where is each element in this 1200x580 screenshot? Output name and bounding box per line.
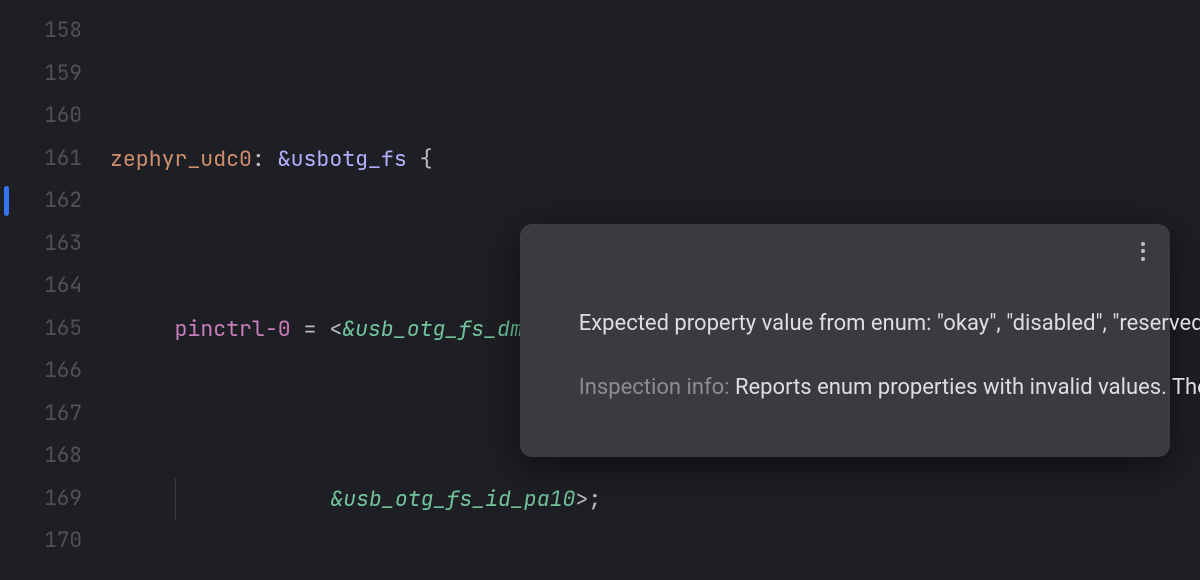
indent-guide bbox=[175, 478, 176, 521]
brace-open: { bbox=[407, 145, 433, 173]
change-marker bbox=[4, 186, 9, 216]
line-number[interactable]: 164 bbox=[0, 265, 110, 308]
line-number[interactable]: 161 bbox=[0, 138, 110, 181]
line-number[interactable]: 170 bbox=[0, 520, 110, 563]
node-ref: usbotg_fs bbox=[291, 145, 407, 173]
property-name: pinctrl-0 bbox=[175, 315, 291, 343]
line-number[interactable]: 168 bbox=[0, 435, 110, 478]
tooltip-info-body: Reports enum properties with invalid val… bbox=[730, 375, 1200, 400]
line-number[interactable]: 160 bbox=[0, 95, 110, 138]
code-line[interactable]: zephyr_udc0: &usbotg_fs { bbox=[110, 138, 1200, 181]
line-number[interactable]: 162 bbox=[0, 180, 110, 223]
node-label: zephyr_udc0 bbox=[110, 145, 252, 173]
phandle-ref: &usb_otg_fs_id_pa10 bbox=[330, 485, 575, 513]
line-number[interactable]: 163 bbox=[0, 223, 110, 266]
ampersand: & bbox=[278, 145, 291, 173]
code-area[interactable]: zephyr_udc0: &usbotg_fs { pinctrl-0 = < &… bbox=[110, 0, 1200, 580]
tooltip-info-label: Inspection info: bbox=[579, 375, 730, 400]
angle-close: >; bbox=[575, 485, 601, 513]
more-actions-icon[interactable] bbox=[1132, 240, 1154, 262]
line-number[interactable]: 159 bbox=[0, 53, 110, 96]
line-number[interactable]: 166 bbox=[0, 350, 110, 393]
tooltip-message: Expected property value from enum: "okay… bbox=[579, 311, 1200, 336]
line-number[interactable]: 158 bbox=[0, 10, 110, 53]
line-number[interactable]: 167 bbox=[0, 393, 110, 436]
line-number[interactable]: 165 bbox=[0, 308, 110, 351]
gutter: 158 159 160 161 162 163 164 165 166 167 … bbox=[0, 0, 110, 580]
code-line[interactable]: &usb_otg_fs_id_pa10>; bbox=[110, 478, 1200, 521]
inspection-tooltip[interactable]: Expected property value from enum: "okay… bbox=[520, 224, 1170, 457]
assign: = < bbox=[291, 315, 343, 343]
code-editor[interactable]: 158 159 160 161 162 163 164 165 166 167 … bbox=[0, 0, 1200, 580]
line-number[interactable]: 169 bbox=[0, 478, 110, 521]
colon: : bbox=[252, 145, 278, 173]
